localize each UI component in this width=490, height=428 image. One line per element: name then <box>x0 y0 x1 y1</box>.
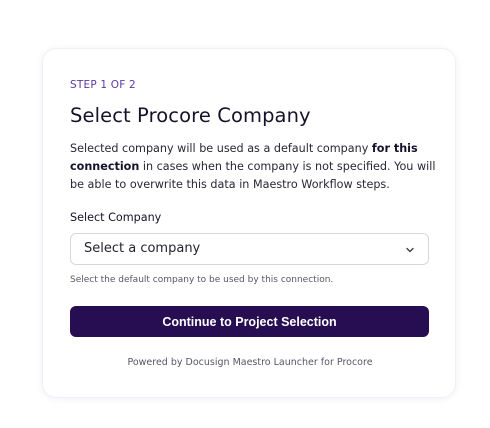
company-select-value: Select a company <box>84 241 201 256</box>
select-company-helper-text: Select the default company to be used by… <box>70 275 334 285</box>
page-title: Select Procore Company <box>70 104 311 127</box>
chevron-down-icon <box>406 247 414 253</box>
company-select[interactable]: Select a company <box>70 233 429 265</box>
powered-by-footer: Powered by Docusign Maestro Launcher for… <box>127 357 373 368</box>
description: Selected company will be used as a defau… <box>70 140 440 194</box>
select-company-label: Select Company <box>70 211 162 224</box>
step-indicator: STEP 1 OF 2 <box>70 79 136 91</box>
setup-card: STEP 1 OF 2 Select Procore Company Selec… <box>42 48 456 398</box>
continue-button[interactable]: Continue to Project Selection <box>70 306 429 337</box>
description-text-1: Selected company will be used as a defau… <box>70 142 372 155</box>
